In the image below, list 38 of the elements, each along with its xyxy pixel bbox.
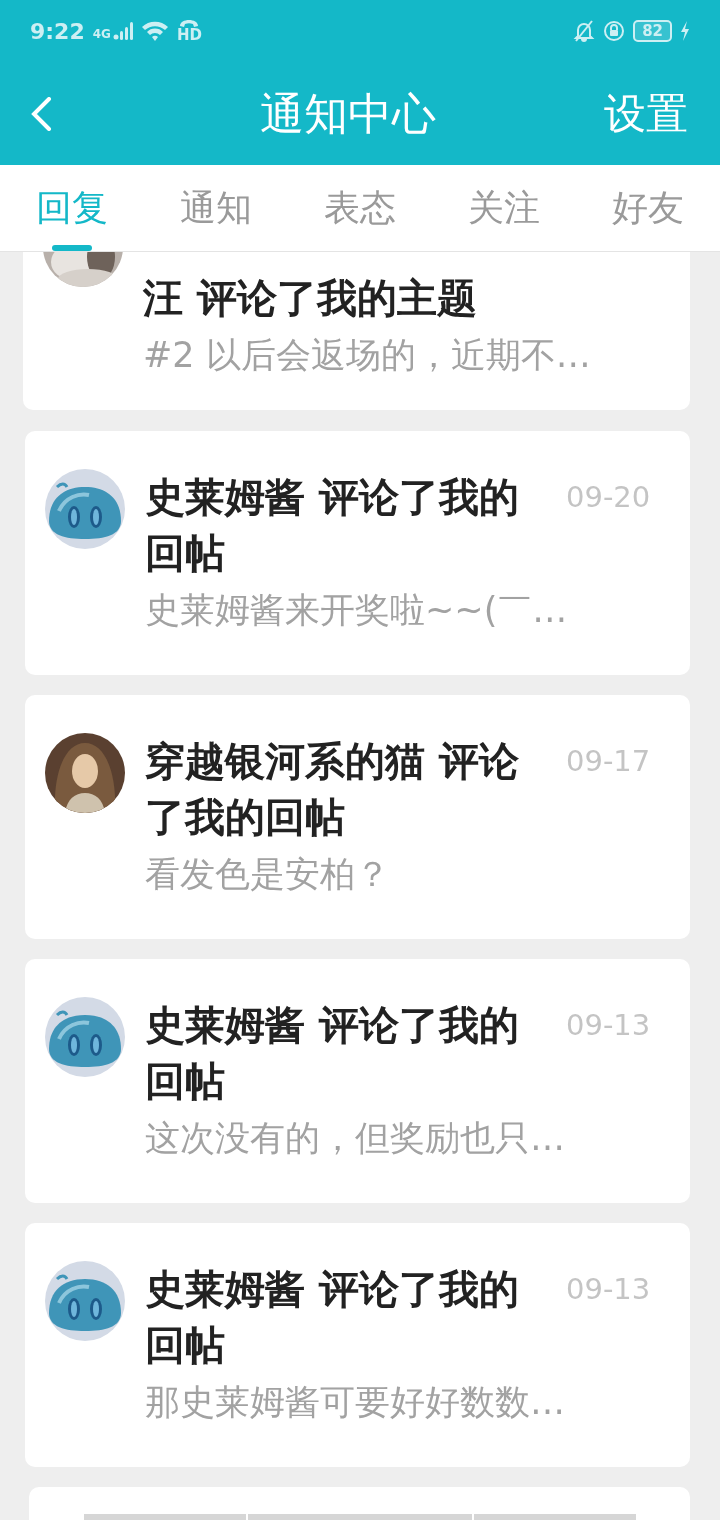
notification-card[interactable]: 史莱姆酱 评论了我的回帖 09-13 那史莱姆酱可要好好数数… xyxy=(25,1223,690,1467)
back-button[interactable] xyxy=(30,96,52,131)
notification-snippet: 看发色是安柏？ xyxy=(145,853,391,896)
battery-level: 82 xyxy=(633,20,672,42)
notification-card[interactable]: 汪 评论了我的主题 #2 以后会返场的，近期不… xyxy=(23,252,690,410)
tab[interactable]: 关注 xyxy=(432,165,576,251)
notification-snippet: 那史莱姆酱可要好好数数… xyxy=(145,1381,566,1424)
signal-icon xyxy=(112,22,133,40)
tab-indicator xyxy=(52,245,92,251)
notification-date: 09-20 xyxy=(566,479,651,516)
notification-date: 09-13 xyxy=(566,1271,651,1308)
notification-title: 汪 评论了我的主题 xyxy=(143,274,478,323)
network-label: 4G xyxy=(92,28,111,40)
mute-bell-icon xyxy=(573,20,596,42)
notification-title: 史莱姆酱 评论了我的回帖 xyxy=(145,1265,520,1370)
rotation-lock-icon xyxy=(603,20,626,42)
page-title: 通知中心 xyxy=(259,86,437,141)
settings-link[interactable]: 设置 xyxy=(604,82,688,145)
notification-card[interactable]: 史莱姆酱 评论了我的回帖 09-20 史莱姆酱来开奖啦~~(￣… xyxy=(25,431,690,675)
tab[interactable]: 回复 xyxy=(0,165,144,251)
notification-title: 史莱姆酱 评论了我的回帖 xyxy=(145,473,520,578)
tab[interactable]: 好友 xyxy=(576,165,720,251)
charging-icon xyxy=(680,21,690,41)
phone-icon xyxy=(179,19,200,28)
notification-title: 穿越银河系的猫 评论了我的回帖 xyxy=(145,737,520,842)
notification-card[interactable]: 穿越银河系的猫 评论了我的回帖 09-17 看发色是安柏？ xyxy=(25,695,690,939)
notification-snippet: 史莱姆酱来开奖啦~~(￣… xyxy=(145,589,569,632)
wifi-icon xyxy=(140,20,169,42)
tab[interactable]: 表态 xyxy=(288,165,432,251)
tab[interactable]: 通知 xyxy=(144,165,288,251)
notification-card[interactable]: 史莱姆酱 评论了我的回帖 09-13 这次没有的，但奖励也只… xyxy=(25,959,690,1203)
status-time: 9:22 xyxy=(30,17,85,46)
notification-snippet: 这次没有的，但奖励也只… xyxy=(145,1117,566,1160)
notification-date: 09-17 xyxy=(566,743,651,780)
notification-title: 史莱姆酱 评论了我的回帖 xyxy=(145,1001,520,1106)
notification-date: 09-13 xyxy=(566,1007,651,1044)
notification-snippet: #2 以后会返场的，近期不… xyxy=(143,334,591,377)
hd-label: HD xyxy=(176,28,202,43)
